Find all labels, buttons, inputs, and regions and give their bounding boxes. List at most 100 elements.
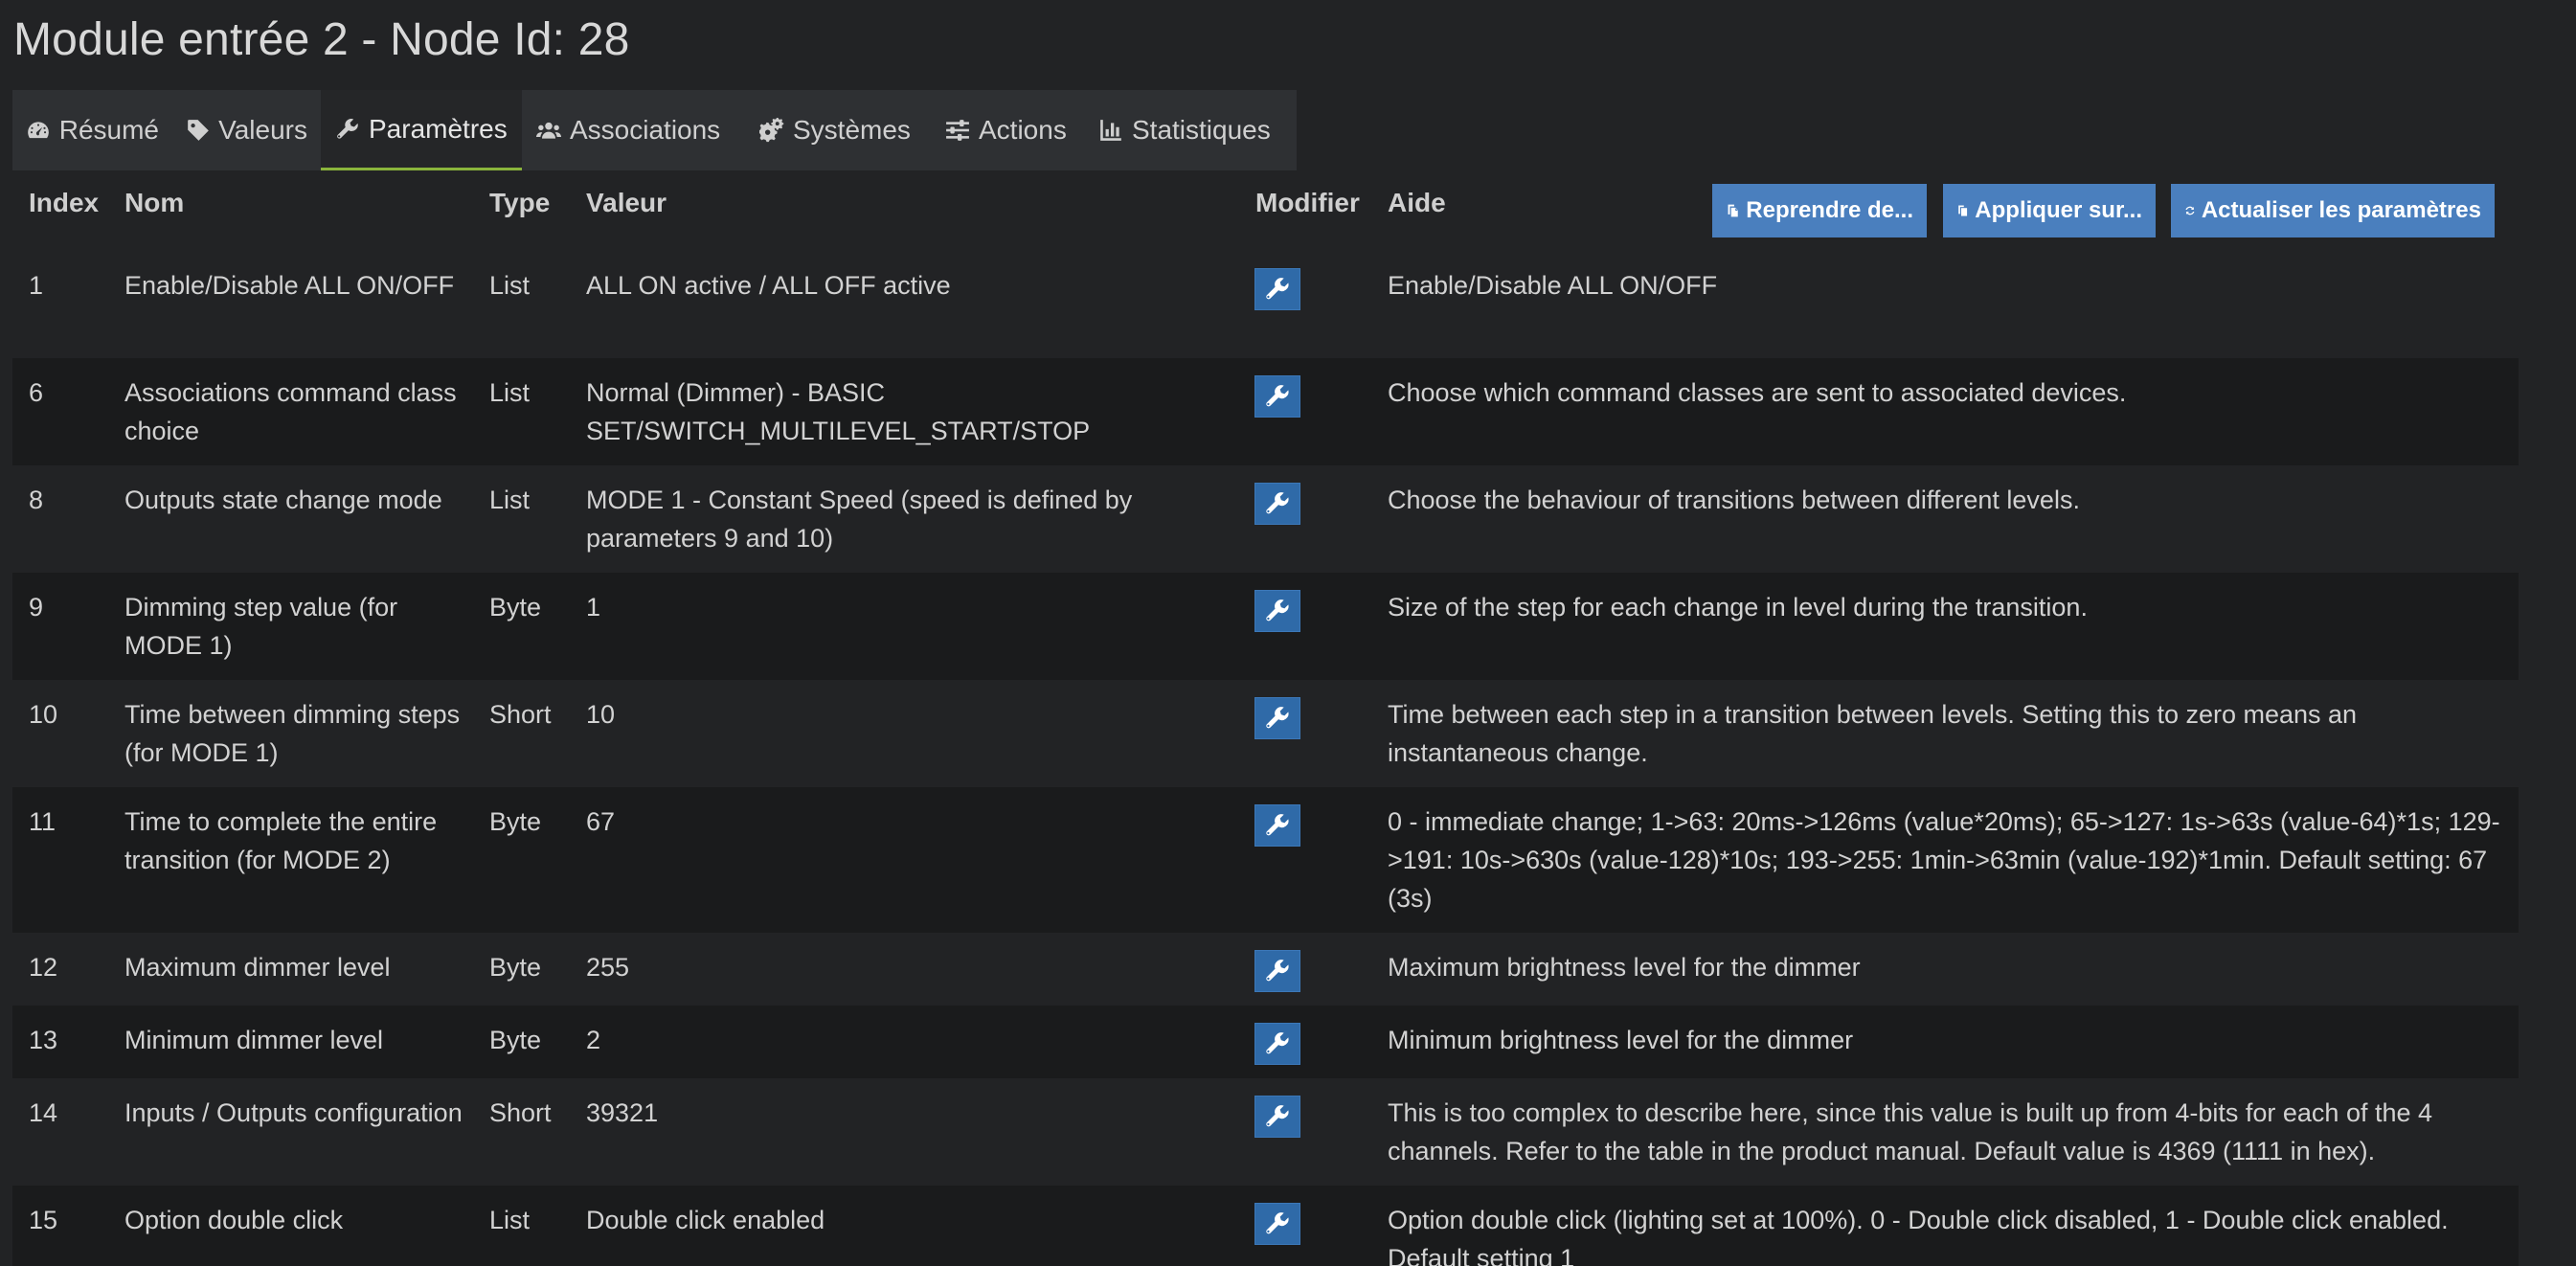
row-nom: Dimming step value (for MODE 1) <box>124 593 398 660</box>
row-aide: Choose the behaviour of transitions betw… <box>1388 486 2080 514</box>
edit-parameter-button[interactable] <box>1254 1096 1300 1138</box>
modifier-cell <box>1254 1203 1300 1245</box>
tab-systemes[interactable]: Systèmes <box>745 90 931 170</box>
tab-label: Associations <box>570 115 721 145</box>
reprendre-button[interactable]: Reprendre de... <box>1712 184 1927 237</box>
tab-valeurs[interactable]: Valeurs <box>172 90 321 170</box>
tab-label: Systèmes <box>793 115 911 145</box>
row-index: 13 <box>29 1026 58 1054</box>
row-valeur: 1 <box>586 593 601 622</box>
edit-parameter-button[interactable] <box>1254 1023 1300 1065</box>
row-valeur: 67 <box>586 807 616 836</box>
table-header: Index Nom Type Valeur Modifier Aide Repr… <box>12 174 2519 251</box>
tab-label: Valeurs <box>218 115 307 145</box>
row-type: Byte <box>489 1026 542 1054</box>
table-row: 8 Outputs state change mode List MODE 1 - C… <box>12 465 2519 573</box>
tab-label: Actions <box>979 115 1067 145</box>
row-type: List <box>489 378 531 407</box>
edit-parameter-button[interactable] <box>1254 697 1300 739</box>
wrench-icon <box>1264 1210 1291 1237</box>
row-index: 8 <box>29 486 44 514</box>
edit-parameter-button[interactable] <box>1254 483 1300 525</box>
row-aide: Enable/Disable ALL ON/OFF <box>1388 271 1718 300</box>
wrench-icon <box>1264 490 1291 517</box>
row-index: 6 <box>29 378 44 407</box>
table-row: 13 Minimum dimmer level Byte 2 Minimum brigh… <box>12 1006 2519 1078</box>
actualiser-button[interactable]: Actualiser les paramètres <box>2171 184 2495 237</box>
users-icon <box>535 117 562 144</box>
cogs-icon <box>758 117 785 144</box>
row-valeur: MODE 1 - Constant Speed (speed is define… <box>586 486 1133 553</box>
row-index: 9 <box>29 593 44 622</box>
row-nom: Time between dimming steps (for MODE 1) <box>124 700 461 767</box>
row-nom: Enable/Disable ALL ON/OFF <box>124 271 455 300</box>
header-valeur: Valeur <box>586 188 667 217</box>
row-aide: Option double click (lighting set at 100… <box>1388 1206 2449 1266</box>
row-type: List <box>489 486 531 514</box>
tab-parametres[interactable]: Paramètres <box>321 90 522 170</box>
row-index: 14 <box>29 1098 58 1127</box>
wrench-icon <box>1264 598 1291 624</box>
tab-label: Paramètres <box>369 113 508 144</box>
table-row: 11 Time to complete the entire transition… <box>12 787 2519 933</box>
appliquer-button[interactable]: Appliquer sur... <box>1943 184 2156 237</box>
row-aide: Choose which command classes are sent to… <box>1388 378 2127 407</box>
copy-icon <box>1958 205 1968 216</box>
tab-resume[interactable]: Résumé <box>12 90 172 170</box>
appliquer-label: Appliquer sur... <box>1975 197 2142 223</box>
wrench-icon <box>1264 958 1291 984</box>
header-modifier: Modifier <box>1255 188 1360 217</box>
edit-parameter-button[interactable] <box>1254 950 1300 992</box>
row-type: Short <box>489 1098 552 1127</box>
row-index: 10 <box>29 700 58 729</box>
row-valeur: Double click enabled <box>586 1206 825 1234</box>
row-nom: Minimum dimmer level <box>124 1026 384 1054</box>
row-valeur: ALL ON active / ALL OFF active <box>586 271 951 300</box>
tab-label: Statistiques <box>1132 115 1271 145</box>
wrench-icon <box>1264 383 1291 410</box>
header-index: Index <box>29 188 100 217</box>
table-row: 1 Enable/Disable ALL ON/OFF List ALL ON act… <box>12 251 2519 358</box>
table-row: 15 Option double click List Double click en… <box>12 1186 2519 1266</box>
page: Module entrée 2 - Node Id: 28 Résumé Val… <box>0 0 2576 1266</box>
wrench-icon <box>1264 1030 1291 1057</box>
row-valeur: 2 <box>586 1026 601 1054</box>
row-aide: Size of the step for each change in leve… <box>1388 593 2088 622</box>
modifier-cell <box>1254 697 1300 739</box>
row-type: Short <box>489 700 552 729</box>
modifier-cell <box>1254 1023 1300 1065</box>
modifier-cell <box>1254 950 1300 992</box>
table-row: 12 Maximum dimmer level Byte 255 Maximum bri… <box>12 933 2519 1006</box>
parameters-table: Index Nom Type Valeur Modifier Aide Repr… <box>12 174 2519 1266</box>
row-valeur: Normal (Dimmer) - BASIC SET/SWITCH_MULTI… <box>586 378 1091 445</box>
edit-parameter-button[interactable] <box>1254 1203 1300 1245</box>
row-valeur: 39321 <box>586 1098 659 1127</box>
tab-actions[interactable]: Actions <box>931 90 1084 170</box>
copy-icon <box>1728 204 1738 217</box>
tab-statistiques[interactable]: Statistiques <box>1084 90 1297 170</box>
tab-associations[interactable]: Associations <box>522 90 745 170</box>
edit-parameter-button[interactable] <box>1254 804 1300 847</box>
modifier-cell <box>1254 590 1300 632</box>
modifier-cell <box>1254 1096 1300 1138</box>
sliders-icon <box>944 117 971 144</box>
wrench-icon <box>1264 1103 1291 1130</box>
actualiser-label: Actualiser les paramètres <box>2201 197 2481 223</box>
bar-chart-icon <box>1097 117 1124 144</box>
header-aide: Aide <box>1388 188 1446 217</box>
edit-parameter-button[interactable] <box>1254 590 1300 632</box>
row-nom: Associations command class choice <box>124 378 457 445</box>
row-index: 1 <box>29 271 44 300</box>
modifier-cell <box>1254 804 1300 847</box>
wrench-icon <box>1264 276 1291 303</box>
row-type: Byte <box>489 953 542 982</box>
edit-parameter-button[interactable] <box>1254 268 1300 310</box>
header-nom: Nom <box>124 188 185 217</box>
row-nom: Inputs / Outputs configuration <box>124 1098 463 1127</box>
row-nom: Option double click <box>124 1206 344 1234</box>
modifier-cell <box>1254 483 1300 525</box>
row-index: 15 <box>29 1206 58 1234</box>
refresh-icon <box>2185 206 2195 215</box>
edit-parameter-button[interactable] <box>1254 375 1300 418</box>
row-type: Byte <box>489 807 542 836</box>
